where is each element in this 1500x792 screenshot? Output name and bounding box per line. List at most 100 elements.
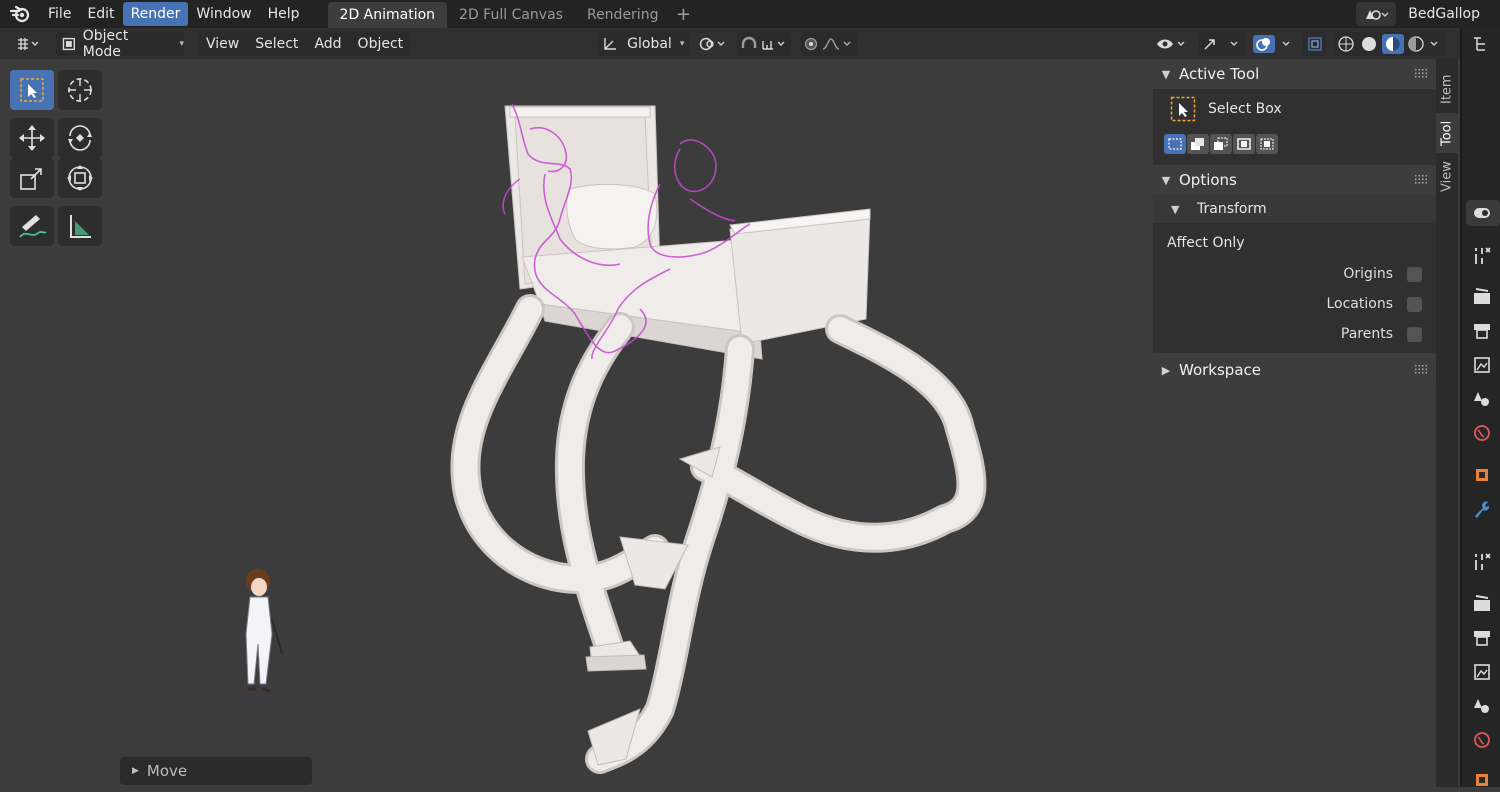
tab-rendering[interactable]: Rendering xyxy=(575,2,671,28)
active-tool-header[interactable]: ▼ Active Tool xyxy=(1153,59,1436,89)
origins-checkbox[interactable] xyxy=(1407,266,1422,282)
mode-subtract-button[interactable] xyxy=(1210,134,1232,154)
view-layer-icon-2[interactable] xyxy=(1470,660,1494,684)
parents-label: Parents xyxy=(1340,326,1393,342)
editor-type-button[interactable] xyxy=(10,32,46,56)
mode-set-icon xyxy=(1168,138,1182,150)
collapse-triangle-icon: ▼ xyxy=(1171,202,1180,216)
expand-triangle-icon: ▶ xyxy=(1161,363,1171,377)
editor-type-icon xyxy=(18,37,39,50)
visibility-button[interactable] xyxy=(1153,32,1191,56)
mode-label: Object Mode xyxy=(82,27,129,60)
overlays-button[interactable] xyxy=(1251,32,1297,56)
blender-logo-icon[interactable] xyxy=(0,0,40,28)
move-tool-button[interactable] xyxy=(10,118,54,158)
active-tool-title: Active Tool xyxy=(1179,65,1260,83)
parents-row[interactable]: Parents xyxy=(1341,323,1422,345)
object-properties-icon-2[interactable] xyxy=(1470,768,1494,792)
pivot-point-button[interactable] xyxy=(695,32,731,56)
tab-tool[interactable]: Tool xyxy=(1436,113,1458,153)
menu-render[interactable]: Render xyxy=(122,2,189,26)
locations-checkbox[interactable] xyxy=(1407,296,1422,312)
select-box-tool-button[interactable] xyxy=(10,70,54,110)
origins-row[interactable]: Origins xyxy=(1343,263,1422,285)
transform-subheader[interactable]: ▼ Transform xyxy=(1153,195,1436,223)
scene-properties-icon-2[interactable] xyxy=(1470,694,1494,718)
outliner-icon[interactable] xyxy=(1468,32,1498,56)
transform-orientation-dropdown[interactable]: Global ▾ xyxy=(597,31,690,56)
scale-tool-button[interactable] xyxy=(10,158,54,198)
rotate-icon xyxy=(68,125,92,151)
origins-label: Origins xyxy=(1343,266,1393,282)
overlay-icon xyxy=(1253,34,1290,53)
expand-triangle-icon: ▶ xyxy=(132,766,139,776)
menu-view[interactable]: View xyxy=(198,32,247,56)
menu-window[interactable]: Window xyxy=(188,2,259,26)
tab-view[interactable]: View xyxy=(1436,155,1458,199)
user-area: BedGallop xyxy=(1356,0,1500,28)
tool-settings-icon[interactable] xyxy=(1470,244,1494,268)
options-header[interactable]: ▼ Options xyxy=(1153,165,1436,195)
pencil-annotate-icon xyxy=(19,215,47,238)
transform-tool-button[interactable] xyxy=(58,158,102,198)
toggle-icon[interactable] xyxy=(1466,200,1500,226)
menu-add[interactable]: Add xyxy=(306,32,349,56)
drag-grip-icon[interactable] xyxy=(1414,174,1428,184)
output-icon[interactable] xyxy=(1470,319,1494,343)
output-icon-2[interactable] xyxy=(1470,626,1494,650)
last-operator-label: Move xyxy=(146,762,188,780)
measure-tool-button[interactable] xyxy=(58,206,102,246)
xray-button[interactable] xyxy=(1303,31,1328,56)
rotate-tool-button[interactable] xyxy=(58,118,102,158)
render-icon[interactable] xyxy=(1470,285,1494,309)
scene-selector-button[interactable] xyxy=(1356,2,1397,26)
parents-checkbox[interactable] xyxy=(1407,326,1422,342)
affect-only-label: Affect Only xyxy=(1167,235,1245,251)
menu-help[interactable]: Help xyxy=(260,2,308,26)
scene-properties-icon[interactable] xyxy=(1470,387,1494,411)
menu-select[interactable]: Select xyxy=(247,32,306,56)
user-name[interactable]: BedGallop xyxy=(1402,6,1500,22)
proportional-edit-button[interactable] xyxy=(801,31,858,56)
tool-settings-icon-2[interactable] xyxy=(1470,550,1494,574)
mode-set-button[interactable] xyxy=(1164,134,1186,154)
world-icon-2[interactable] xyxy=(1470,728,1494,752)
transform-title: Transform xyxy=(1197,201,1267,217)
menu-file[interactable]: File xyxy=(40,2,79,26)
object-properties-icon[interactable] xyxy=(1470,463,1494,487)
tab-2d-animation[interactable]: 2D Animation xyxy=(327,2,448,28)
workspace-tabs: 2D Animation 2D Full Canvas Rendering + xyxy=(327,0,697,28)
cursor-tool-button[interactable] xyxy=(58,70,102,110)
last-operator-panel[interactable]: ▶ Move xyxy=(120,757,312,785)
snap-button[interactable] xyxy=(737,31,792,56)
chevron-down-icon: ▾ xyxy=(679,38,685,49)
world-icon[interactable] xyxy=(1470,421,1494,445)
drag-grip-icon[interactable] xyxy=(1414,68,1428,78)
render-icon-2[interactable] xyxy=(1470,592,1494,616)
tab-item[interactable]: Item xyxy=(1436,65,1458,113)
proportional-edit-icon xyxy=(805,37,851,50)
chair-model[interactable] xyxy=(504,105,871,360)
menu-object[interactable]: Object xyxy=(350,32,412,56)
annotate-tool-button[interactable] xyxy=(10,206,54,246)
mode-extend-button[interactable] xyxy=(1187,134,1209,154)
properties-strip xyxy=(1460,28,1500,787)
cursor-crosshair-icon xyxy=(68,78,92,102)
mode-invert-icon xyxy=(1237,138,1251,150)
tab-2d-full-canvas[interactable]: 2D Full Canvas xyxy=(447,2,575,28)
gizmo-button[interactable] xyxy=(1199,31,1246,56)
modifier-wrench-icon[interactable] xyxy=(1470,497,1494,521)
mode-invert-button[interactable] xyxy=(1233,134,1255,154)
locations-label: Locations xyxy=(1326,296,1393,312)
view-layer-icon[interactable] xyxy=(1470,353,1494,377)
drag-grip-icon[interactable] xyxy=(1414,364,1428,374)
mode-intersect-button[interactable] xyxy=(1256,134,1278,154)
viewport-scene[interactable] xyxy=(0,59,1150,787)
menu-edit[interactable]: Edit xyxy=(79,2,122,26)
magnet-icon xyxy=(741,36,785,50)
mode-dropdown[interactable]: Object Mode ▾ xyxy=(56,28,184,60)
workspace-header[interactable]: ▶ Workspace xyxy=(1153,355,1436,385)
transform-icon xyxy=(67,165,93,191)
locations-row[interactable]: Locations xyxy=(1326,293,1422,315)
add-workspace-button[interactable]: + xyxy=(670,2,696,28)
